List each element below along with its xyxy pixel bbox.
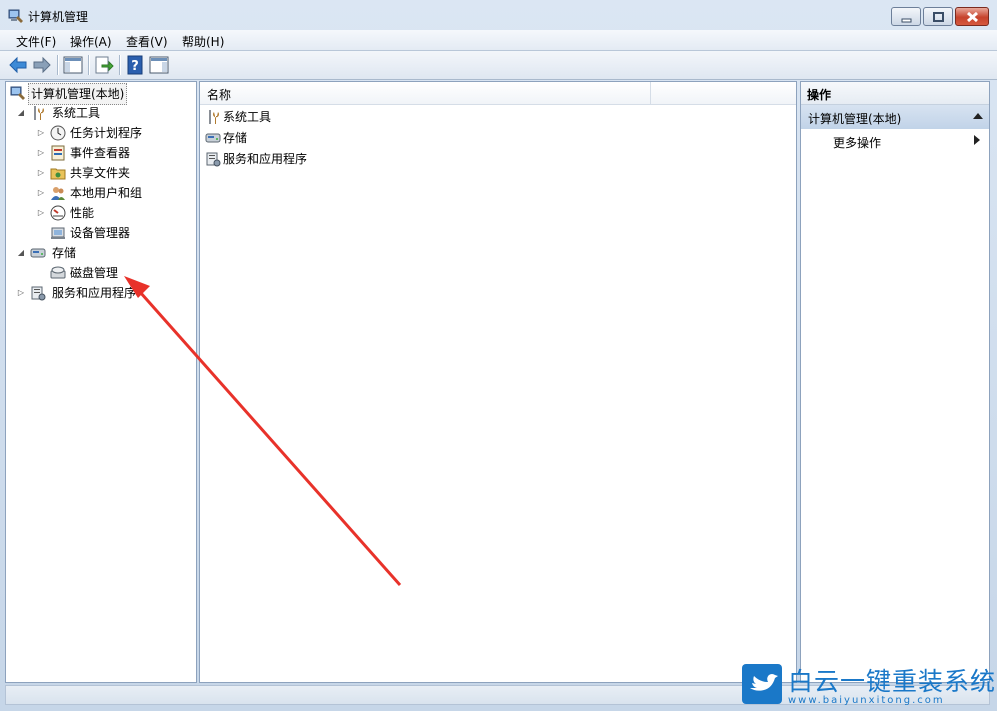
users-icon bbox=[51, 187, 65, 200]
bird-logo-icon bbox=[742, 664, 782, 704]
column-header[interactable]: 名称 bbox=[200, 82, 796, 105]
expand-arrow-icon[interactable]: ▷ bbox=[36, 203, 46, 223]
tree-item-disk-management[interactable]: 磁盘管理 bbox=[36, 263, 196, 283]
services-icon bbox=[31, 286, 46, 301]
menu-file[interactable]: 文件(F) bbox=[16, 33, 56, 50]
maximize-button[interactable] bbox=[923, 7, 953, 26]
menu-help[interactable]: 帮助(H) bbox=[182, 33, 224, 50]
tree-item-device-manager[interactable]: 设备管理器 bbox=[36, 223, 196, 243]
more-actions-item[interactable]: 更多操作 bbox=[833, 134, 881, 151]
actions-section-computer-management[interactable]: 计算机管理(本地) bbox=[801, 105, 989, 129]
expand-arrow-icon[interactable]: ▷ bbox=[36, 123, 46, 143]
watermark-url: www.baiyunxitong.com bbox=[788, 695, 945, 706]
list-item[interactable]: 服务和应用程序 bbox=[205, 149, 505, 169]
list-item-label: 服务和应用程序 bbox=[223, 152, 308, 166]
column-divider[interactable] bbox=[650, 82, 651, 104]
tree-item-event-viewer[interactable]: ▷ 事件查看器 bbox=[36, 143, 196, 163]
console-tree-pane: 计算机管理(本地) ◢ 系统工具 ▷ 任务计划程序 ▷ 事件查看器 ▷ 共享文件… bbox=[5, 81, 197, 683]
watermark-text: 白云一键重装系统 bbox=[788, 667, 997, 696]
menu-action[interactable]: 操作(A) bbox=[70, 33, 112, 50]
tree-item-storage[interactable]: ◢ 存储 bbox=[16, 243, 196, 263]
list-item-label: 存储 bbox=[223, 131, 248, 145]
tree-label: 任务计划程序 bbox=[70, 126, 143, 140]
device-manager-icon bbox=[51, 227, 65, 239]
actions-pane: 操作 计算机管理(本地) 更多操作 bbox=[800, 81, 990, 683]
column-name-header[interactable]: 名称 bbox=[207, 86, 231, 103]
tree-label: 系统工具 bbox=[52, 106, 101, 120]
tree-item-local-users[interactable]: ▷ 本地用户和组 bbox=[36, 183, 196, 203]
close-icon bbox=[967, 11, 978, 23]
storage-icon bbox=[30, 248, 46, 258]
tree-label: 本地用户和组 bbox=[70, 186, 143, 200]
expand-arrow-icon[interactable]: ▷ bbox=[36, 143, 46, 163]
actions-title: 操作 bbox=[807, 88, 832, 102]
tree-label: 磁盘管理 bbox=[70, 266, 119, 280]
tree-label: 共享文件夹 bbox=[70, 166, 131, 180]
forward-icon[interactable] bbox=[31, 54, 53, 76]
toolbar-separator bbox=[88, 55, 90, 75]
close-button[interactable] bbox=[955, 7, 989, 26]
tree-item-performance[interactable]: ▷ 性能 bbox=[36, 203, 196, 223]
toolbar-separator bbox=[119, 55, 121, 75]
tree-label: 设备管理器 bbox=[70, 226, 131, 240]
tree-label: 服务和应用程序 bbox=[52, 286, 137, 300]
menu-view[interactable]: 查看(V) bbox=[126, 33, 168, 50]
services-icon bbox=[206, 152, 221, 167]
collapse-arrow-icon[interactable]: ◢ bbox=[16, 103, 26, 123]
results-pane: 名称 系统工具 存储 服务和应用程序 bbox=[199, 81, 797, 683]
disk-management-icon bbox=[50, 266, 66, 279]
computer-management-icon bbox=[10, 86, 25, 100]
toolbar: ? bbox=[0, 51, 997, 80]
submenu-arrow-icon[interactable] bbox=[973, 135, 981, 145]
shared-folder-icon bbox=[50, 168, 66, 180]
window-title: 计算机管理 bbox=[28, 10, 89, 24]
computer-management-window: 计算机管理 文件(F) 操作(A) 查看(V) 帮助(H) ? 计算机管理(本地… bbox=[0, 0, 997, 711]
expand-arrow-icon[interactable]: ▷ bbox=[16, 283, 26, 303]
actions-section-label: 计算机管理(本地) bbox=[808, 112, 902, 126]
expand-arrow-icon[interactable]: ▷ bbox=[36, 163, 46, 183]
tree-item-shared-folders[interactable]: ▷ 共享文件夹 bbox=[36, 163, 196, 183]
toolbar-separator bbox=[57, 55, 59, 75]
minimize-button[interactable] bbox=[891, 7, 921, 26]
list-item[interactable]: 系统工具 bbox=[205, 107, 505, 127]
tree-label: 存储 bbox=[52, 246, 77, 260]
collapse-arrow-icon[interactable]: ◢ bbox=[16, 243, 26, 263]
svg-text:?: ? bbox=[131, 59, 139, 74]
tree-label: 性能 bbox=[70, 206, 95, 220]
performance-icon bbox=[50, 205, 66, 221]
show-hide-action-pane-icon[interactable] bbox=[148, 54, 170, 76]
event-viewer-icon bbox=[51, 145, 65, 161]
expand-arrow-icon[interactable]: ▷ bbox=[36, 183, 46, 203]
storage-icon bbox=[205, 133, 221, 143]
export-list-icon[interactable] bbox=[93, 54, 115, 76]
tools-icon bbox=[209, 110, 219, 124]
tree-item-system-tools[interactable]: ◢ 系统工具 bbox=[16, 103, 196, 123]
title-bar[interactable]: 计算机管理 bbox=[0, 0, 997, 30]
tree-item-task-scheduler[interactable]: ▷ 任务计划程序 bbox=[36, 123, 196, 143]
minimize-icon bbox=[901, 18, 912, 23]
show-hide-tree-icon[interactable] bbox=[62, 54, 84, 76]
tools-icon bbox=[34, 106, 44, 120]
watermark-logo: 白云一键重装系统 www.baiyunxitong.com bbox=[742, 660, 995, 708]
list-item[interactable]: 存储 bbox=[205, 128, 505, 148]
help-icon[interactable]: ? bbox=[124, 54, 146, 76]
tree-label: 事件查看器 bbox=[70, 146, 131, 160]
list-item-label: 系统工具 bbox=[223, 110, 272, 124]
computer-management-icon bbox=[8, 9, 23, 23]
back-icon[interactable] bbox=[7, 54, 29, 76]
collapse-up-icon[interactable] bbox=[973, 111, 983, 121]
tree-item-computer-management[interactable]: 计算机管理(本地) bbox=[10, 83, 196, 105]
tree-label: 计算机管理(本地) bbox=[28, 83, 128, 105]
tree-item-services-apps[interactable]: ▷ 服务和应用程序 bbox=[16, 283, 196, 303]
actions-header: 操作 bbox=[801, 82, 989, 105]
menu-bar: 文件(F) 操作(A) 查看(V) 帮助(H) bbox=[0, 30, 997, 51]
maximize-icon bbox=[933, 12, 944, 22]
clock-icon bbox=[50, 125, 66, 141]
